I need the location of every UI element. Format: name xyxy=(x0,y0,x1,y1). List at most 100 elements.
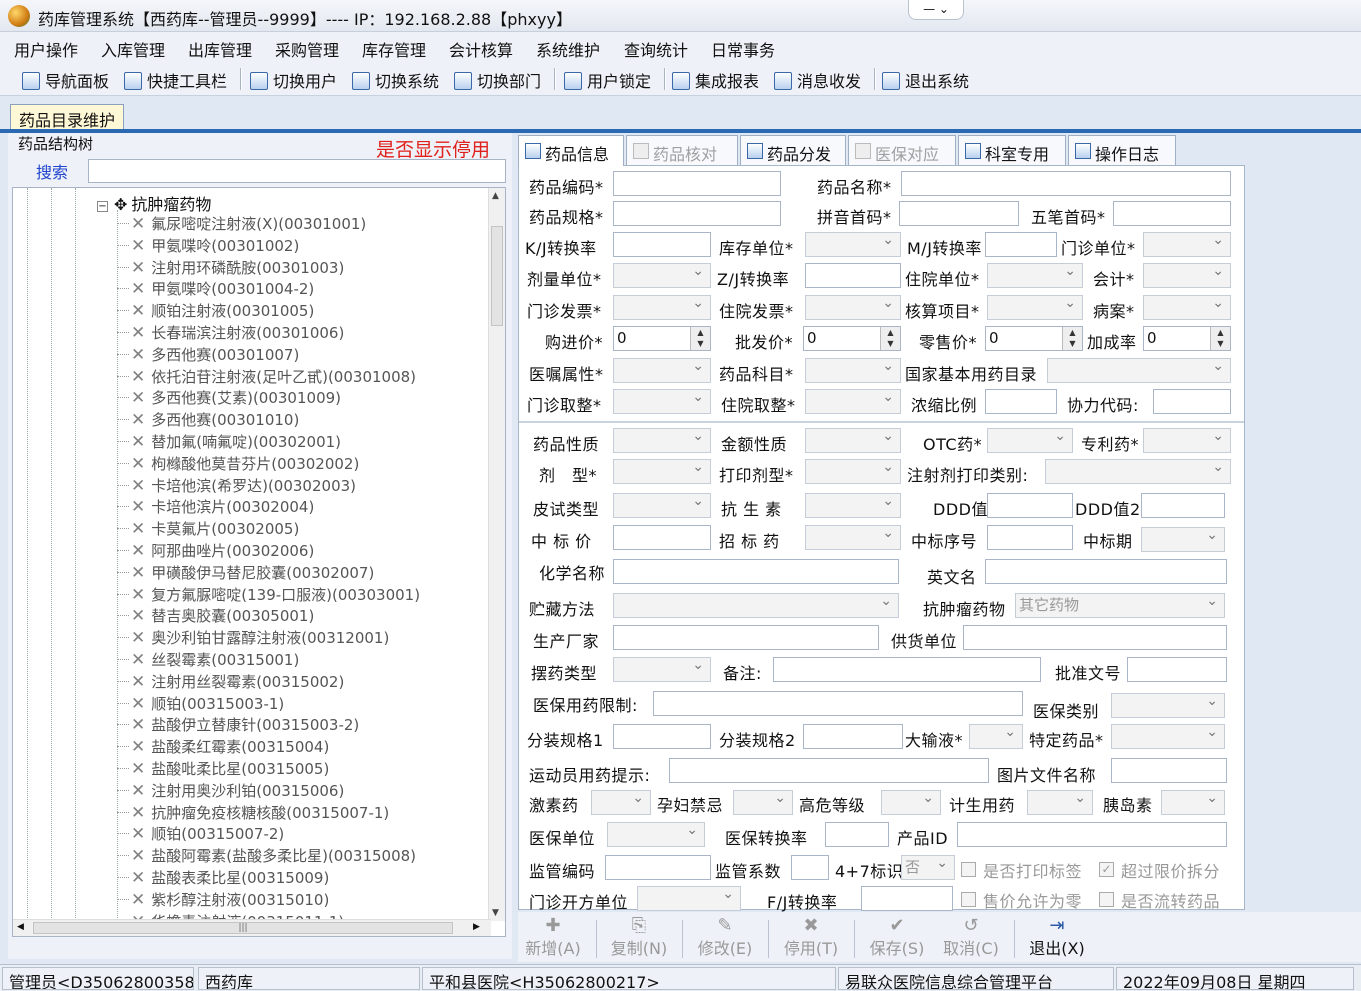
clinic-unit-select[interactable] xyxy=(1143,232,1231,257)
bid-price-input[interactable] xyxy=(613,525,711,550)
add-button[interactable]: ✚ 新增(A) xyxy=(520,915,586,961)
switch-system-button[interactable]: 切换系统 xyxy=(352,68,439,91)
tree-item[interactable]: ✕ 注射用奥沙利铂(00315006) xyxy=(116,780,420,802)
spin-arrows-icon[interactable]: ▲ ▼ xyxy=(1062,327,1082,350)
lock-user-button[interactable]: 用户锁定 xyxy=(564,68,651,91)
reports-button[interactable]: 集成报表 xyxy=(672,68,759,91)
maker-input[interactable] xyxy=(613,625,879,650)
nature-select[interactable] xyxy=(613,428,711,453)
tree-item[interactable]: ✕ 长春瑞滨注射液(00301006) xyxy=(116,322,420,344)
pack1-input[interactable] xyxy=(613,724,711,749)
edit-button[interactable]: ✎ 修改(E) xyxy=(692,915,758,961)
pregnant-select[interactable] xyxy=(733,790,793,815)
reg-coef-input[interactable] xyxy=(791,855,829,880)
tree-item[interactable]: ✕ 多西他赛(00301007) xyxy=(116,344,420,366)
tree-node-anti-tumor[interactable]: − ✥ 抗肿瘤药物 xyxy=(97,191,211,215)
tree-item[interactable]: ✕ 丝裂霉素(00315001) xyxy=(116,649,420,671)
case-select[interactable] xyxy=(1143,295,1231,320)
dose-unit-select[interactable] xyxy=(613,263,711,288)
drug-code-input[interactable] xyxy=(613,171,781,196)
tree-item[interactable]: ✕ 卡培他滨片(00302004) xyxy=(116,496,420,518)
clinic-rx-unit-select[interactable] xyxy=(637,886,741,911)
tree-item[interactable]: ✕ 阿那曲唑片(00302006) xyxy=(116,540,420,562)
special-select[interactable] xyxy=(1111,724,1225,749)
transfer-checkbox[interactable] xyxy=(1099,892,1114,907)
retail-price-spinner[interactable]: 0 ▲ ▼ xyxy=(985,326,1083,351)
over-limit-checkbox[interactable]: ✓ xyxy=(1099,862,1114,877)
tab-insurance-map[interactable]: 医保对应 xyxy=(848,135,956,165)
amount-nature-select[interactable] xyxy=(805,428,901,453)
bid-no-input[interactable] xyxy=(987,525,1073,550)
nav-panel-button[interactable]: 导航面板 xyxy=(22,68,109,91)
reg-code-input[interactable] xyxy=(605,855,711,880)
menu-system[interactable]: 系统维护 xyxy=(536,37,600,61)
ins-rate-input[interactable] xyxy=(825,822,889,847)
tree-item[interactable]: ✕ 甲磺酸伊马替尼胶囊(00302007) xyxy=(116,562,420,584)
tree-item[interactable]: ✕ 顺铂注射液(00301005) xyxy=(116,300,420,322)
tree-item[interactable]: ✕ 盐酸吡柔比星(00315005) xyxy=(116,758,420,780)
hormone-select[interactable] xyxy=(591,790,651,815)
wubi-input[interactable] xyxy=(1113,201,1231,226)
tab-operation-log[interactable]: 操作日志 xyxy=(1068,135,1176,165)
tree-item[interactable]: ✕ 氟尿嘧啶注射液(X)(00301001) xyxy=(116,213,420,235)
form-type-select[interactable] xyxy=(613,459,711,484)
tree-item[interactable]: ✕ 顺铂(00315003-1) xyxy=(116,693,420,715)
place-type-select[interactable] xyxy=(613,657,711,682)
tree-item[interactable]: ✕ 紫杉醇注射液(00315010) xyxy=(116,889,420,911)
clinic-invoice-select[interactable] xyxy=(613,295,711,320)
athlete-input[interactable] xyxy=(669,758,989,783)
print-label-checkbox[interactable] xyxy=(961,862,976,877)
tree-horizontal-scrollbar[interactable]: ◀ ||| ▶ xyxy=(13,919,491,936)
doc-tab-drug-catalog[interactable]: 药品目录维护 xyxy=(10,104,124,130)
drug-subject-select[interactable] xyxy=(805,358,901,383)
product-id-input[interactable] xyxy=(957,822,1227,847)
image-file-input[interactable] xyxy=(1111,758,1227,783)
scroll-thumb[interactable]: ||| xyxy=(33,922,453,934)
skin-test-select[interactable] xyxy=(613,493,711,518)
calc-item-select[interactable] xyxy=(987,295,1083,320)
tree-item[interactable]: ✕ 注射用环磷酰胺(00301003) xyxy=(116,257,420,279)
save-button[interactable]: ✔ 保存(S) xyxy=(864,915,930,961)
essential-select[interactable] xyxy=(1047,358,1231,383)
batch-price-spinner[interactable]: 0 ▲ ▼ xyxy=(803,326,901,351)
scroll-right-icon[interactable]: ▶ xyxy=(473,922,480,932)
tree-item[interactable]: ✕ 注射用丝裂霉素(00315002) xyxy=(116,671,420,693)
tree-item[interactable]: ✕ 多西他赛(艾素)(00301009) xyxy=(116,387,420,409)
tab-dept-exclusive[interactable]: 科室专用 xyxy=(958,135,1066,165)
ward-round-select[interactable] xyxy=(805,389,901,414)
menu-user-ops[interactable]: 用户操作 xyxy=(14,37,78,61)
pack2-input[interactable] xyxy=(803,724,903,749)
remark-input[interactable] xyxy=(773,657,1041,682)
spin-arrows-icon[interactable]: ▲ ▼ xyxy=(1210,327,1230,350)
bid-drug-select[interactable] xyxy=(805,525,901,550)
ins-unit-select[interactable] xyxy=(607,822,705,847)
exit-button[interactable]: ⇥ 退出(X) xyxy=(1024,915,1090,961)
ins-class-select[interactable] xyxy=(1111,693,1225,718)
drug-name-input[interactable] xyxy=(901,171,1231,196)
tree-item[interactable]: ✕ 盐酸柔红霉素(00315004) xyxy=(116,736,420,758)
copy-button[interactable]: ⎘ 复制(N) xyxy=(606,915,672,961)
order-attr-select[interactable] xyxy=(613,358,711,383)
ddd2-input[interactable] xyxy=(1141,493,1225,518)
menu-purchase[interactable]: 采购管理 xyxy=(275,37,339,61)
anti-tumor-select[interactable]: 其它药物 xyxy=(1015,593,1225,618)
switch-user-button[interactable]: 切换用户 xyxy=(250,68,337,91)
disable-button[interactable]: ✖ 停用(T) xyxy=(778,915,844,961)
approval-input[interactable] xyxy=(1127,657,1227,682)
show-disabled-toggle[interactable]: 是否显示停用 xyxy=(376,135,490,162)
quick-tools-button[interactable]: 快捷工具栏 xyxy=(124,68,227,91)
acct-select[interactable] xyxy=(1143,263,1231,288)
mj-rate-input[interactable] xyxy=(985,232,1057,257)
tree-item[interactable]: ✕ 复方氟脲嘧啶(139-口服液)(00303001) xyxy=(116,584,420,606)
tree-item[interactable]: ✕ 替加氟(喃氟啶)(00302001) xyxy=(116,431,420,453)
tree-vertical-scrollbar[interactable]: ▲ ▼ xyxy=(488,188,505,921)
otc-select[interactable] xyxy=(987,428,1073,453)
scroll-down-icon[interactable]: ▼ xyxy=(492,908,499,918)
buy-price-spinner[interactable]: 0 ▲ ▼ xyxy=(613,326,711,351)
exit-system-button[interactable]: 退出系统 xyxy=(882,68,969,91)
tree-item[interactable]: ✕ 卡莫氟片(00302005) xyxy=(116,518,420,540)
menu-accounting[interactable]: 会计核算 xyxy=(449,37,513,61)
spin-arrows-icon[interactable]: ▲ ▼ xyxy=(690,327,710,350)
fourseven-select[interactable]: 否 xyxy=(901,855,955,880)
conc-input[interactable] xyxy=(985,389,1057,414)
